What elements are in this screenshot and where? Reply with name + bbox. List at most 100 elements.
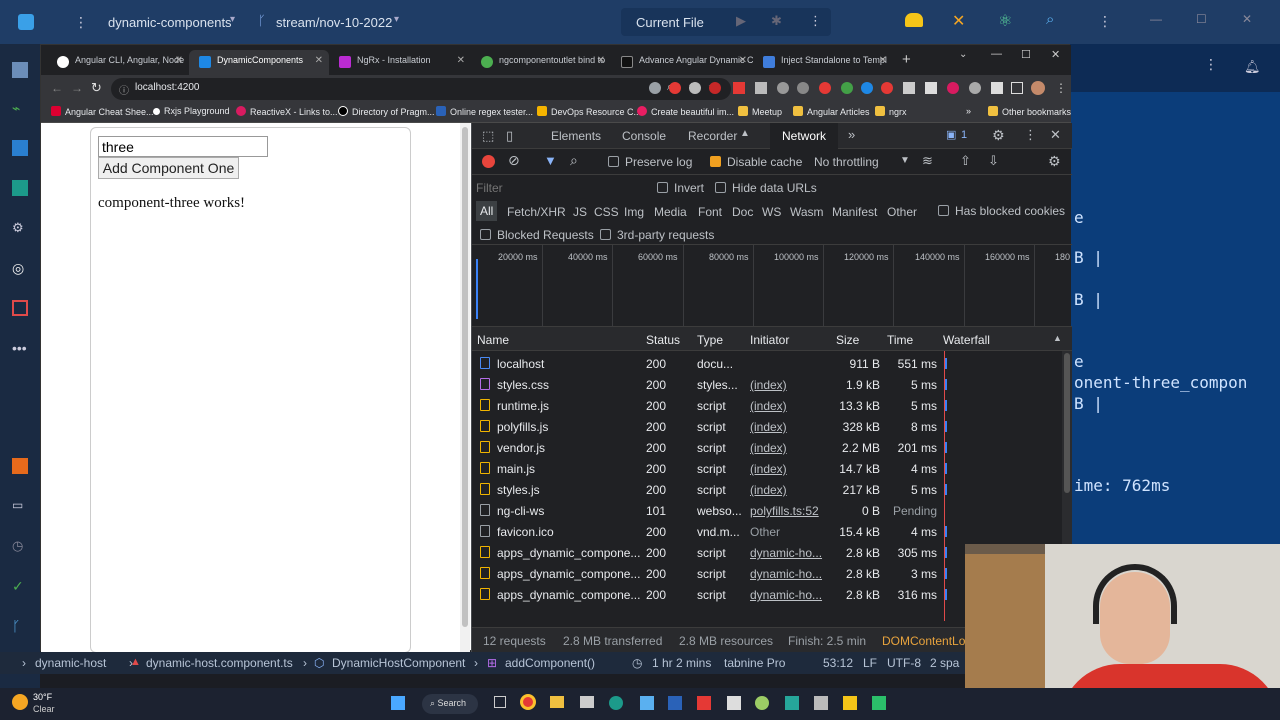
- filter-type-other[interactable]: Other: [887, 205, 917, 219]
- search-icon[interactable]: ⌕: [1046, 11, 1054, 28]
- maximize-icon[interactable]: ☐: [1196, 12, 1207, 26]
- tab-elements[interactable]: Elements: [551, 129, 601, 143]
- app-icon[interactable]: [609, 696, 623, 710]
- bookmark-item[interactable]: Rxjs Playground: [153, 106, 230, 116]
- col-type[interactable]: Type: [697, 333, 723, 347]
- col-name[interactable]: Name: [477, 333, 509, 347]
- nx-icon[interactable]: [12, 180, 28, 196]
- cell-initiator[interactable]: polyfills.ts:52: [750, 504, 830, 518]
- filter-type-js[interactable]: JS: [573, 205, 587, 219]
- table-row[interactable]: localhost 200 docu... 911 B 551 ms: [472, 353, 1062, 374]
- terminal-icon[interactable]: ▭: [12, 498, 28, 514]
- encoding[interactable]: UTF-8: [887, 656, 921, 670]
- extension-icon[interactable]: [649, 82, 661, 94]
- back-icon[interactable]: ←: [51, 81, 63, 95]
- breadcrumb-method[interactable]: addComponent(): [505, 656, 595, 670]
- col-size[interactable]: Size: [836, 333, 859, 347]
- table-row[interactable]: styles.css 200 styles... (index) 1.9 kB 5 ms: [472, 374, 1062, 395]
- store-icon[interactable]: [580, 696, 594, 708]
- settings-icon[interactable]: ⚙: [992, 127, 1005, 144]
- settings-sync-icon[interactable]: ⚙: [12, 220, 28, 236]
- more-bookmarks-icon[interactable]: »: [966, 106, 971, 116]
- new-tab-icon[interactable]: +: [902, 51, 911, 68]
- extension-icon[interactable]: [777, 82, 789, 94]
- close-tab-icon[interactable]: ✕: [315, 55, 323, 66]
- table-row[interactable]: vendor.js 200 script (index) 2.2 MB 201 ms: [472, 437, 1062, 458]
- extension-icon[interactable]: [669, 82, 681, 94]
- html-icon[interactable]: [12, 458, 28, 474]
- tools-icon[interactable]: ✕: [952, 11, 965, 31]
- app-icon[interactable]: [755, 696, 769, 710]
- more-tabs-icon[interactable]: »: [848, 127, 855, 142]
- filter-type-fetch[interactable]: Fetch/XHR: [507, 205, 566, 219]
- close-tab-icon[interactable]: ✕: [739, 55, 747, 66]
- disable-cache-checkbox[interactable]: Disable cache: [710, 155, 802, 169]
- extension-icon[interactable]: [861, 82, 873, 94]
- browser-tab[interactable]: Inject Standalone to Templ ✕: [753, 50, 893, 75]
- issues-count[interactable]: 1: [961, 129, 967, 141]
- explorer-icon[interactable]: [550, 696, 564, 708]
- table-row[interactable]: ng-cli-ws 101 webso... polyfills.ts:52 0 B Pe…: [472, 500, 1062, 521]
- minimize-icon[interactable]: —: [991, 48, 1002, 60]
- weather-icon[interactable]: [12, 694, 28, 710]
- extension-icon[interactable]: [755, 82, 767, 94]
- close-tab-icon[interactable]: ✕: [879, 55, 887, 66]
- url-input[interactable]: ⓘ localhost:4200 ⌕ ⇪ ☆: [111, 78, 731, 100]
- menu-dots-icon[interactable]: ⋮: [1098, 13, 1112, 30]
- git-branch-icon[interactable]: ᚴ: [12, 618, 28, 634]
- weather-condition[interactable]: Clear: [33, 704, 55, 714]
- bell-icon[interactable]: 🔔︎: [1244, 59, 1261, 75]
- cell-initiator[interactable]: dynamic-ho...: [750, 546, 830, 560]
- bookmark-folder[interactable]: Meetup: [738, 106, 782, 117]
- cell-initiator[interactable]: dynamic-ho...: [750, 588, 830, 602]
- copilot-icon[interactable]: ◎: [12, 260, 28, 276]
- bookmark-item[interactable]: DevOps Resource C...: [537, 106, 641, 117]
- table-row[interactable]: styles.js 200 script (index) 217 kB 5 ms: [472, 479, 1062, 500]
- app-icon[interactable]: [785, 696, 799, 710]
- avatar[interactable]: [1031, 81, 1045, 95]
- cell-initiator[interactable]: (index): [750, 441, 830, 455]
- extension-icon[interactable]: [797, 82, 809, 94]
- extension-icon[interactable]: [841, 82, 853, 94]
- table-row[interactable]: main.js 200 script (index) 14.7 kB 4 ms: [472, 458, 1062, 479]
- preserve-log-checkbox[interactable]: Preserve log: [608, 155, 692, 169]
- close-tab-icon[interactable]: ✕: [597, 55, 605, 66]
- check-icon[interactable]: ✓: [12, 578, 28, 594]
- time-tracked[interactable]: 1 hr 2 mins: [652, 656, 711, 670]
- extensions-icon[interactable]: [12, 140, 28, 156]
- import-icon[interactable]: ⇧: [960, 153, 971, 169]
- cell-initiator[interactable]: (index): [750, 378, 830, 392]
- filter-type-manifest[interactable]: Manifest: [832, 205, 877, 219]
- extension-icon[interactable]: [969, 82, 981, 94]
- clear-icon[interactable]: ⊘: [508, 152, 520, 169]
- bookmark-item[interactable]: Create beautiful im...: [637, 106, 734, 117]
- sort-asc-icon[interactable]: ▲: [1053, 333, 1062, 343]
- weather-temp[interactable]: 30°F: [33, 692, 52, 702]
- table-row[interactable]: polyfills.js 200 script (index) 328 kB 8 ms: [472, 416, 1062, 437]
- col-waterfall[interactable]: Waterfall: [943, 333, 990, 347]
- run-config[interactable]: Current File ▶ ✱ ⋮: [621, 8, 831, 36]
- menu-dots-icon[interactable]: ⋮: [1024, 127, 1037, 143]
- table-row[interactable]: favicon.ico 200 vnd.m... Other 15.4 kB 4 ms: [472, 521, 1062, 542]
- app-icon[interactable]: [814, 696, 828, 710]
- issues-icon[interactable]: ▣: [946, 128, 956, 141]
- col-status[interactable]: Status: [646, 333, 680, 347]
- tab-search-icon[interactable]: ⌄: [959, 49, 967, 60]
- filter-icon[interactable]: ▼: [544, 153, 557, 168]
- col-initiator[interactable]: Initiator: [750, 333, 789, 347]
- blocked-requests-checkbox[interactable]: Blocked Requests: [480, 228, 594, 242]
- app-icon[interactable]: [668, 696, 682, 710]
- hide-data-urls-checkbox[interactable]: Hide data URLs: [715, 181, 817, 195]
- export-icon[interactable]: ⇩: [988, 153, 999, 169]
- terminal[interactable]: e B | B | e onent-three_compon B | ime: …: [1070, 92, 1280, 544]
- filter-type-all[interactable]: All: [476, 201, 498, 221]
- atom-icon[interactable]: ⚛: [998, 11, 1012, 31]
- app-icon[interactable]: [843, 696, 857, 710]
- cell-initiator[interactable]: (index): [750, 420, 830, 434]
- line-ending[interactable]: LF: [863, 656, 877, 670]
- bookmark-folder[interactable]: Other bookmarks: [988, 106, 1071, 117]
- cursor-position[interactable]: 53:12: [823, 656, 853, 670]
- extension-icon[interactable]: [925, 82, 937, 94]
- filter-type-img[interactable]: Img: [624, 205, 644, 219]
- branch-name[interactable]: stream/nov-10-2022: [276, 15, 392, 30]
